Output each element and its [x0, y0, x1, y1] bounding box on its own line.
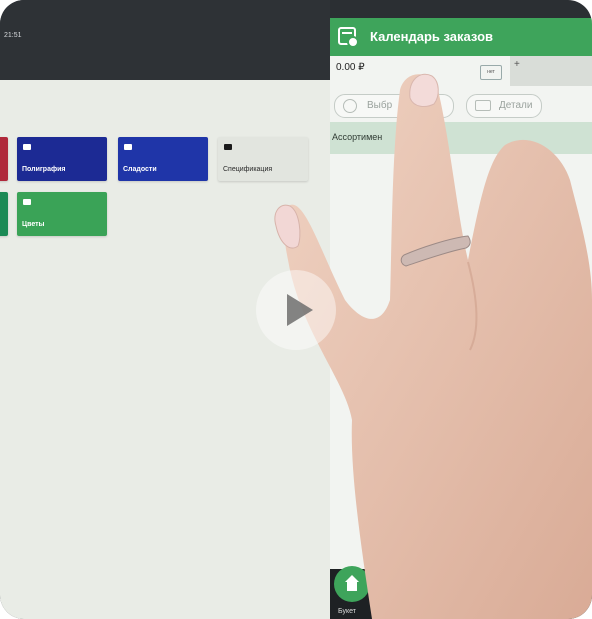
palm-shape: [283, 74, 592, 619]
video-thumbnail[interactable]: 21:51 Полиграфия Сладости Спецификация Ц…: [0, 0, 592, 619]
index-nail: [409, 73, 439, 107]
play-icon[interactable]: [256, 270, 336, 350]
